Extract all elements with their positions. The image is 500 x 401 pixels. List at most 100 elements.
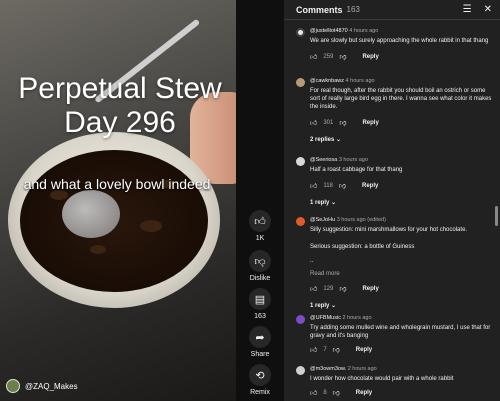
comments-button[interactable]: ▤ 163 <box>239 288 281 320</box>
dislike-label: Dislike <box>249 275 271 282</box>
channel-avatar[interactable] <box>6 379 20 393</box>
channel-info[interactable]: @ZAQ_Makes <box>6 379 78 393</box>
commenter-avatar[interactable] <box>296 217 305 226</box>
thumb-down-icon[interactable]: 👎︎ <box>339 52 346 61</box>
commenter-avatar[interactable] <box>296 366 305 375</box>
comment-tools: 👍︎ 7 👎︎ Reply <box>310 345 492 355</box>
spoon-bowl <box>62 190 120 238</box>
view-replies-button[interactable]: 1 reply ⌄ <box>310 199 492 206</box>
share-icon[interactable]: ➦ <box>249 326 271 348</box>
thumb-up-icon[interactable]: 👍︎ <box>310 118 317 127</box>
thumb-up-icon[interactable]: 👍︎ <box>310 52 317 61</box>
comments-panel: Comments 163 ☰ ✕ @justelliot4870 4 hours… <box>284 0 500 401</box>
chevron-down-icon[interactable]: ⌄ <box>336 137 341 143</box>
commenter-avatar[interactable] <box>296 315 305 324</box>
reply-button[interactable]: Reply <box>356 390 372 396</box>
commenter-avatar[interactable] <box>296 157 305 166</box>
comment-likes: 118 <box>323 182 333 189</box>
title-line-2: Day 296 <box>64 106 176 139</box>
comment-icon[interactable]: ▤ <box>249 288 271 310</box>
scrollbar[interactable] <box>495 206 498 226</box>
comment-meta: @cawknbawz 4 hours ago <box>310 78 492 84</box>
video-player[interactable]: Perpetual Stew Day 296 and what a lovely… <box>0 0 236 401</box>
like-count: 1K <box>255 235 265 242</box>
thumb-down-icon[interactable]: 👎︎ <box>333 345 340 354</box>
sort-icon[interactable]: ☰ <box>463 4 472 15</box>
thumb-up-icon[interactable]: 👍︎ <box>310 284 317 293</box>
comment-text: I wonder how chocolate would pair with a… <box>310 376 454 382</box>
comment-likes: 8 <box>323 389 327 396</box>
reply-button[interactable]: Reply <box>362 120 378 126</box>
comment-text-line-2: Serious suggestion: a bottle of Guiness <box>310 244 415 250</box>
view-replies-button[interactable]: 2 replies ⌄ <box>310 136 492 143</box>
comment-count: 163 <box>254 313 266 320</box>
comment-likes: 301 <box>323 119 334 126</box>
video-caption: and what a lovely bowl indeed <box>23 176 211 192</box>
comment-item: @cawknbawz 4 hours ago For real though, … <box>296 78 492 143</box>
like-button[interactable]: 👍︎ 1K <box>239 210 281 242</box>
thumb-up-icon[interactable]: 👍︎ <box>310 181 317 190</box>
comment-meta: @Seeriosa 3 hours ago <box>310 157 492 163</box>
comment-meta: @UFBMusic 2 hours ago <box>310 315 492 321</box>
close-icon[interactable]: ✕ <box>484 4 492 15</box>
comment-time: 4 hours ago <box>345 78 375 84</box>
view-replies-button[interactable]: 1 reply ⌄ <box>310 302 492 309</box>
remix-icon[interactable]: ⟲ <box>249 364 271 386</box>
remix-label: Remix <box>250 389 270 396</box>
comment-author[interactable]: @cawknbawz <box>310 78 344 84</box>
reply-button[interactable]: Reply <box>356 347 372 353</box>
video-title: Perpetual Stew Day 296 <box>0 72 236 140</box>
thumb-up-icon[interactable]: 👍︎ <box>310 345 317 354</box>
comments-count: 163 <box>346 5 360 14</box>
title-line-1: Perpetual Stew <box>18 72 222 105</box>
reply-button[interactable]: Reply <box>362 183 378 189</box>
comment-text: We are slowly but surely approaching the… <box>310 38 489 44</box>
comment-tools: 👍︎ 301 👎︎ Reply <box>310 118 492 128</box>
comment-meta: @m3owm3ow. 2 hours ago <box>310 366 492 372</box>
comment-likes: 129 <box>323 285 334 292</box>
channel-name[interactable]: @ZAQ_Makes <box>25 382 78 391</box>
reply-button[interactable]: Reply <box>362 286 378 292</box>
thumb-down-icon[interactable]: 👎︎ <box>339 118 346 127</box>
comment-text: Silly suggestion: mini marshmallows for … <box>310 227 468 233</box>
chevron-down-icon[interactable]: ⌄ <box>331 200 336 206</box>
chevron-down-icon[interactable]: ⌄ <box>331 303 336 309</box>
thumb-down-icon[interactable]: 👎︎ <box>339 181 346 190</box>
replies-label[interactable]: 1 reply <box>310 200 329 206</box>
comments-title: Comments <box>296 4 343 15</box>
comment-time: 4 hours ago <box>349 28 379 34</box>
comment-text: For real though, after the rabbit you sh… <box>310 88 492 110</box>
commenter-avatar[interactable] <box>296 78 305 87</box>
comment-meta: @justelliot4870 4 hours ago <box>310 28 492 34</box>
commenter-avatar[interactable] <box>296 28 305 37</box>
reply-button[interactable]: Reply <box>362 54 378 60</box>
replies-label[interactable]: 1 reply <box>310 303 329 309</box>
thumb-up-icon[interactable]: 👍︎ <box>249 210 271 232</box>
remix-button[interactable]: ⟲ Remix <box>239 364 281 396</box>
comment-item: @m3owm3ow. 2 hours ago I wonder how choc… <box>296 366 492 397</box>
comment-meta: @SeJoHu 3 hours ago (edited) <box>310 217 492 223</box>
thumb-down-icon[interactable]: 👎︎ <box>339 284 346 293</box>
dislike-button[interactable]: 👎︎ Dislike <box>239 250 281 282</box>
comment-author[interactable]: @SeJoHu <box>310 217 335 223</box>
comment-text: Half a roast cabbage for that thang <box>310 167 403 173</box>
share-button[interactable]: ➦ Share <box>239 326 281 358</box>
comment-tools: 👍︎ 8 👎︎ Reply <box>310 388 492 398</box>
replies-label[interactable]: 2 replies <box>310 137 334 143</box>
comment-author[interactable]: @m3owm3ow. <box>310 366 346 372</box>
comment-likes: 7 <box>323 346 327 353</box>
thumb-down-icon[interactable]: 👎︎ <box>333 388 340 397</box>
comment-text: Try adding some mulled wine and wholegra… <box>310 325 491 339</box>
comments-header: Comments 163 ☰ ✕ <box>284 0 500 20</box>
comment-time: 3 hours ago <box>338 157 368 163</box>
comment-time: 3 hours ago (edited) <box>336 217 386 223</box>
action-rail: 👍︎ 1K 👎︎ Dislike ▤ 163 ➦ Share ⟲ Remix <box>236 0 284 401</box>
comment-author[interactable]: @justelliot4870 <box>310 28 348 34</box>
thumb-up-icon[interactable]: 👍︎ <box>310 388 317 397</box>
comment-item: @justelliot4870 4 hours ago We are slowl… <box>296 28 492 61</box>
comment-author[interactable]: @Seeriosa <box>310 157 337 163</box>
comment-item: @SeJoHu 3 hours ago (edited) Silly sugge… <box>296 217 492 309</box>
read-more-link[interactable]: Read more <box>310 271 492 277</box>
comment-author[interactable]: @UFBMusic <box>310 315 341 321</box>
thumb-down-icon[interactable]: 👎︎ <box>249 250 271 272</box>
